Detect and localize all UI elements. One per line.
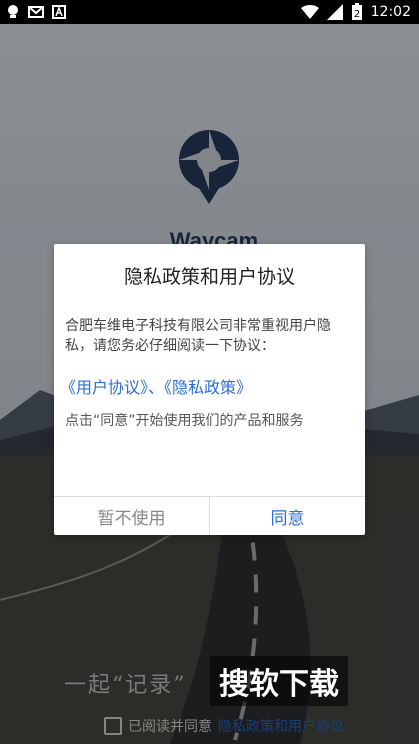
agree-button[interactable]: 同意 bbox=[210, 497, 365, 535]
status-bar: 2 12:02 bbox=[0, 0, 419, 24]
wifi-icon bbox=[300, 5, 319, 19]
dialog-links: 《用户协议》、《隐私政策》 bbox=[60, 374, 252, 398]
link-separator: 、 bbox=[148, 378, 165, 397]
a-icon bbox=[52, 5, 66, 19]
signal-icon bbox=[326, 4, 343, 20]
lightbulb-icon bbox=[8, 5, 18, 18]
privacy-dialog: 隐私政策和用户协议 合肥车维电子科技有限公司非常重视用户隐私，请您务必仔细阅读一… bbox=[54, 244, 365, 535]
privacy-policy-link[interactable]: 《隐私政策》 bbox=[164, 378, 252, 397]
user-agreement-link[interactable]: 《用户协议》 bbox=[60, 378, 148, 397]
battery-level: 2 bbox=[353, 9, 359, 20]
cancel-button[interactable]: 暂不使用 bbox=[54, 497, 209, 535]
battery-icon: 2 bbox=[351, 3, 362, 20]
app-screen: Waycam 一起“记录” 已阅读并同意 隐私政策和用户协议 2 12:02 搜… bbox=[0, 0, 419, 744]
status-time: 12:02 bbox=[370, 4, 411, 20]
dialog-body: 合肥车维电子科技有限公司非常重视用户隐私，请您务必仔细阅读一下协议： bbox=[65, 318, 331, 354]
watermark: 搜软下载 bbox=[210, 656, 348, 706]
dialog-note: 点击“同意”开始使用我们的产品和服务 bbox=[65, 413, 304, 429]
dialog-title: 隐私政策和用户协议 bbox=[123, 266, 295, 288]
mail-icon bbox=[28, 6, 44, 18]
